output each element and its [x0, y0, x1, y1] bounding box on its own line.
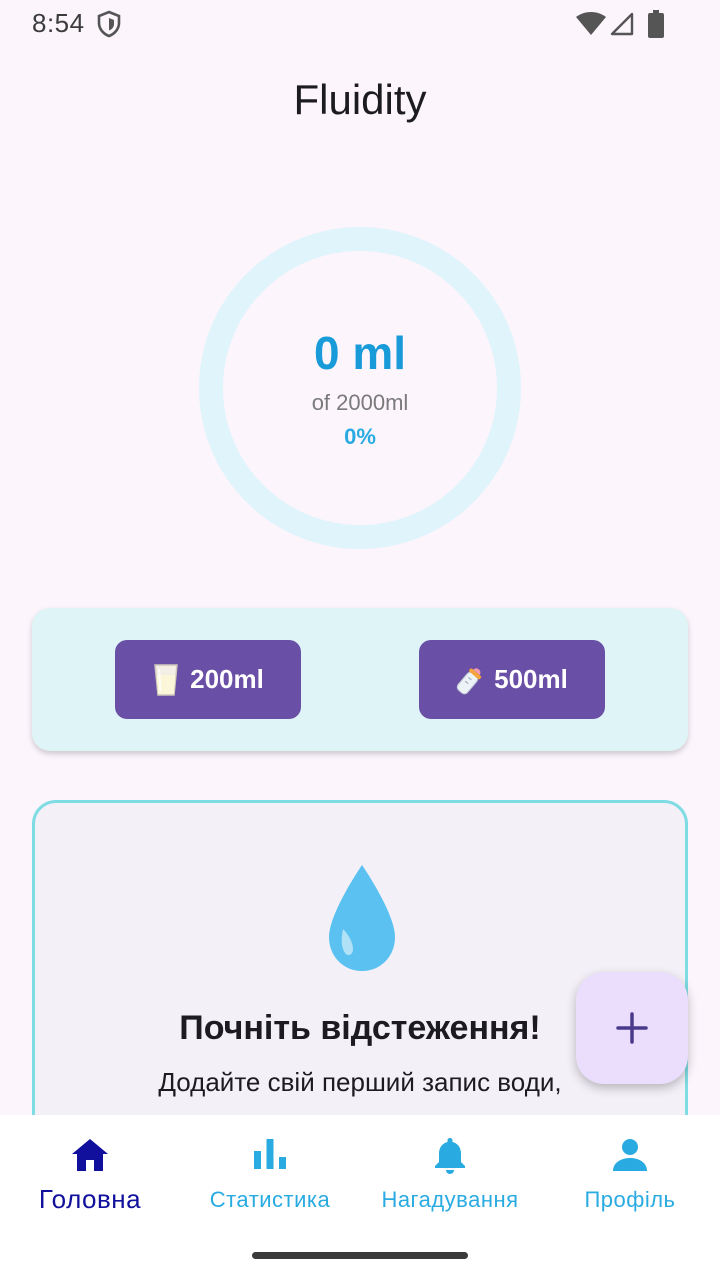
nav-item-statistics[interactable]: Статистика: [180, 1115, 360, 1235]
nav-label-statistics: Статистика: [209, 1187, 331, 1212]
signal-icon: [610, 12, 634, 36]
app-title: Fluidity: [293, 76, 427, 123]
person-icon: [613, 1139, 647, 1171]
status-bar: 8:54: [0, 0, 720, 48]
bell-icon: [435, 1138, 465, 1174]
nav-item-home[interactable]: Головна: [0, 1115, 180, 1235]
intake-amount: 0 ml: [313, 327, 407, 379]
status-time: 8:54: [32, 8, 85, 38]
quick-add-card: 200ml 500ml: [32, 608, 688, 751]
nav-item-reminders[interactable]: Нагадування: [360, 1115, 540, 1235]
milk-glass-icon: [154, 663, 178, 696]
add-200ml-label: 200ml: [190, 664, 264, 694]
home-indicator[interactable]: [252, 1252, 468, 1259]
add-200ml-button[interactable]: 200ml: [115, 640, 301, 719]
add-500ml-button[interactable]: 500ml: [419, 640, 605, 719]
nav-label-profile: Профіль: [584, 1187, 676, 1212]
bar-chart-icon: [254, 1139, 286, 1169]
baby-bottle-icon: [456, 667, 482, 694]
battery-icon: [648, 10, 664, 38]
add-entry-fab[interactable]: [576, 972, 688, 1084]
nav-label-home: Головна: [38, 1184, 142, 1214]
wifi-icon: [576, 12, 606, 35]
progress-ring: [199, 227, 521, 549]
plus-icon: [616, 1012, 648, 1044]
intake-goal: of 2000ml: [311, 390, 409, 415]
nav-label-reminders: Нагадування: [381, 1187, 519, 1212]
intake-percent: 0%: [344, 424, 376, 449]
add-500ml-label: 500ml: [494, 664, 568, 694]
water-drop-icon: [329, 865, 395, 971]
shield-icon: [97, 10, 121, 38]
home-icon: [72, 1139, 108, 1171]
nav-item-profile[interactable]: Профіль: [540, 1115, 720, 1235]
